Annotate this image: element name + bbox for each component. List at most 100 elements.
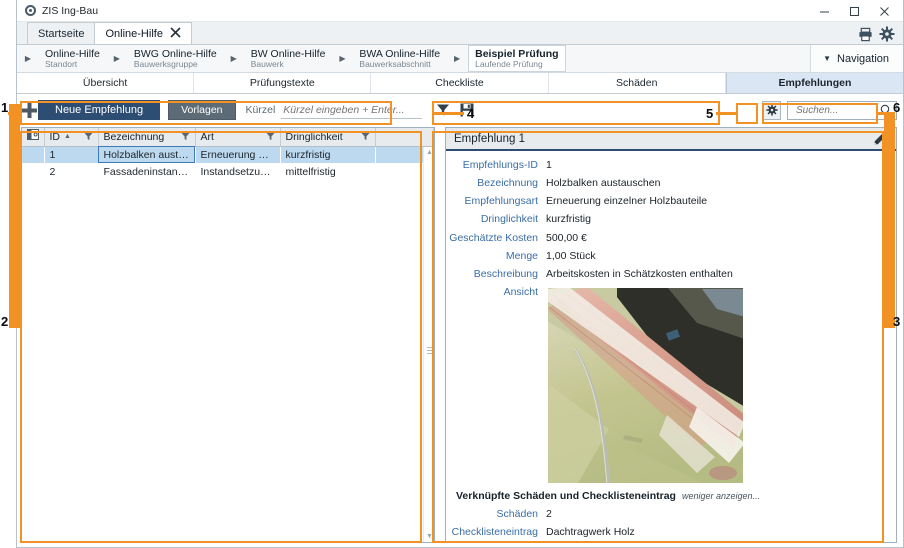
detail-search-bar [445,97,897,123]
scroll-up-arrow[interactable]: ▲ [424,147,435,158]
field-label: Geschätzte Kosten [446,232,546,245]
breadcrumb-item-standort[interactable]: Online-Hilfe Standort [39,45,106,72]
field-value: Dachtragwerk Holz [546,526,635,539]
column-header-dringlichkeit[interactable]: Dringlichkeit [280,128,375,146]
gear-icon[interactable] [762,101,781,120]
search-input[interactable] [794,104,880,117]
filter-icon[interactable] [361,132,370,141]
app-title: ZIS Ing-Bau [42,5,98,17]
tab-label: Schäden [616,77,657,89]
recommendations-grid: ID ▲ Bezeichnung [21,127,435,543]
breadcrumb-item-pruefung[interactable]: Beispiel Prüfung Laufende Prüfung [468,45,565,72]
breadcrumb-item-bauwerk[interactable]: BW Online-Hilfe Bauwerk [245,45,332,72]
row-selector-cell[interactable] [22,163,44,180]
callout-number-3: 3 [893,314,900,329]
kuerzel-input[interactable] [281,102,422,119]
tab-pruefungstexte[interactable]: Prüfungstexte [194,73,371,93]
cell-id: 1 [44,146,98,163]
table-row[interactable]: 2 Fassadeninstandsetzu... Instandsetzung… [22,163,434,180]
column-label: Bezeichnung [104,131,165,143]
chevron-right-icon: ▶ [331,45,353,72]
field-value: 1,00 Stück [546,250,596,263]
column-header-bezeichnung[interactable]: Bezeichnung [98,128,195,146]
breadcrumb-item-bauwerksabschnitt[interactable]: BWA Online-Hilfe Bauwerksabschnitt [353,45,446,72]
callout-bar-2 [9,104,20,328]
tab-label: Übersicht [83,77,127,89]
tabstrip-tools [858,26,903,44]
close-icon[interactable] [170,27,181,40]
sort-asc-icon: ▲ [64,133,71,140]
print-icon[interactable] [858,27,873,42]
tab-label: Startseite [38,28,84,40]
title-bar: ZIS Ing-Bau [17,0,903,22]
grid-table: ID ▲ Bezeichnung [22,128,434,180]
field-empfehlungsart: Empfehlungsart Erneuerung einzelner Holz… [446,195,896,208]
row-selector-cell[interactable] [22,146,44,163]
gear-icon[interactable] [879,26,895,42]
button-label: Neue Empfehlung [55,104,143,116]
field-value: Holzbalken austauschen [546,177,660,190]
photo-graphic [547,287,744,484]
filter-icon[interactable] [266,132,275,141]
templates-button[interactable]: Vorlagen [168,100,235,120]
scroll-down-arrow[interactable]: ▼ [424,531,435,542]
field-label: Menge [446,250,546,263]
column-header-id[interactable]: ID ▲ [44,128,98,146]
detail-card-header: Empfehlung 1 [446,128,896,151]
filter-icon[interactable] [84,132,93,141]
field-label: Ansicht [446,286,546,299]
minimize-icon[interactable] [809,0,839,22]
detail-fields: Empfehlungs-ID 1 Bezeichnung Holzbalken … [446,151,896,484]
callout-number-4: 4 [467,106,474,121]
field-empfehlungs-id: Empfehlungs-ID 1 [446,159,896,172]
search-field[interactable] [787,101,897,120]
maximize-icon[interactable] [839,0,869,22]
column-chooser-icon[interactable] [22,128,44,146]
field-checklisteneintrag: Checklisteneintrag Dachtragwerk Holz [446,526,896,539]
application-window: ZIS Ing-Bau Startseite Online-Hilfe [16,0,904,548]
navigation-button[interactable]: ▼ Navigation [810,45,903,72]
linked-toggle-link[interactable]: weniger anzeigen... [682,491,760,501]
field-schaeden: Schäden 2 [446,508,896,521]
field-ansicht: Ansicht [446,286,896,484]
tab-startseite[interactable]: Startseite [27,22,95,44]
tab-empfehlungen[interactable]: Empfehlungen [726,73,903,93]
tab-schaeden[interactable]: Schäden [549,73,726,93]
chevron-right-icon: ▶ [446,45,468,72]
column-header-art[interactable]: Art [195,128,280,146]
scrollbar-thumb-grip[interactable] [427,345,432,355]
callout-leader-5 [716,112,736,115]
column-label: ID [50,131,61,143]
breadcrumb-sublabel: Bauwerk [251,60,326,70]
new-recommendation-button[interactable]: Neue Empfehlung [38,100,160,120]
tab-online-hilfe[interactable]: Online-Hilfe [94,22,191,44]
navigation-label: Navigation [837,53,889,65]
field-label: Dringlichkeit [446,213,546,226]
field-bezeichnung: Bezeichnung Holzbalken austauschen [446,177,896,190]
breadcrumb-label: BWG Online-Hilfe [134,48,217,60]
breadcrumb-sublabel: Bauwerksgruppe [134,60,217,70]
command-bar: Neue Empfehlung Vorlagen Kürzel [21,97,435,123]
breadcrumb-spacer [566,45,811,72]
tab-uebersicht[interactable]: Übersicht [17,73,194,93]
chevron-right-icon: ▶ [106,45,128,72]
breadcrumb-label: Beispiel Prüfung [475,48,558,60]
recommendations-list-pane: Neue Empfehlung Vorlagen Kürzel [21,97,435,543]
breadcrumb-label: BW Online-Hilfe [251,48,326,60]
linked-section-header: Verknüpfte Schäden und Checklisteneintra… [446,490,896,502]
plus-icon[interactable] [21,98,38,122]
close-icon[interactable] [869,0,899,22]
tab-checkliste[interactable]: Checkliste [371,73,548,93]
table-row[interactable]: 1 Holzbalken austausch... Erneuerung ein… [22,146,434,163]
recommendation-detail-pane: Empfehlung 1 Empfehlungs-ID 1 [445,97,897,543]
breadcrumb-item-bauwerksgruppe[interactable]: BWG Online-Hilfe Bauwerksgruppe [128,45,223,72]
tab-label: Checkliste [435,77,483,89]
field-label: Checklisteneintrag [446,526,546,539]
breadcrumb-label: BWA Online-Hilfe [359,48,440,60]
chevron-right-icon: ▶ [223,45,245,72]
filter-icon[interactable] [181,132,190,141]
recommendation-photo[interactable] [546,286,744,484]
field-value: kurzfristig [546,213,591,226]
field-value: 1 [546,159,552,172]
grid-vertical-scrollbar[interactable]: ▲ ▼ [423,147,434,542]
